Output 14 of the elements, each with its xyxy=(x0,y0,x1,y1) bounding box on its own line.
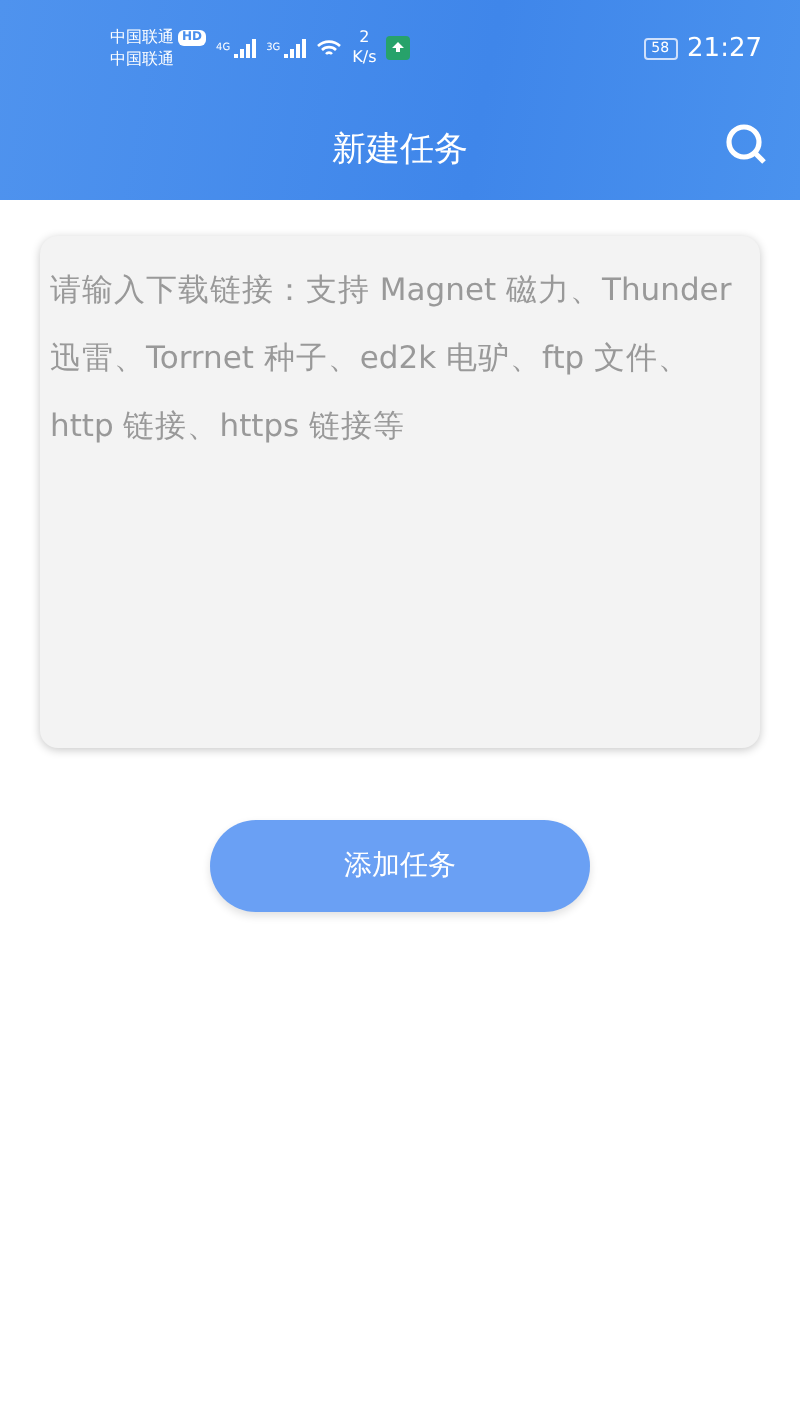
wifi-icon xyxy=(316,38,343,58)
app-icon xyxy=(386,36,411,60)
link-input-field[interactable]: 请输入下载链接：支持 Magnet 磁力、Thunder 迅雷、Torrnet 种子、ed2k 电驴、ftp 文件、http 链接、https 链接等 xyxy=(40,236,760,748)
signal-icon xyxy=(234,38,257,58)
network-speed: 2 xyxy=(359,28,370,48)
page-title: 新建任务 xyxy=(332,127,468,171)
carrier-name: 中国联通 xyxy=(110,27,174,47)
signal-icon xyxy=(284,38,307,58)
speed-unit: K/s xyxy=(352,48,377,68)
clock: 21:27 xyxy=(687,33,762,63)
search-icon xyxy=(724,122,768,166)
search-button[interactable] xyxy=(724,122,768,166)
carrier-name: 中国联通 xyxy=(110,49,176,69)
add-task-button[interactable]: 添加任务 xyxy=(210,820,590,912)
